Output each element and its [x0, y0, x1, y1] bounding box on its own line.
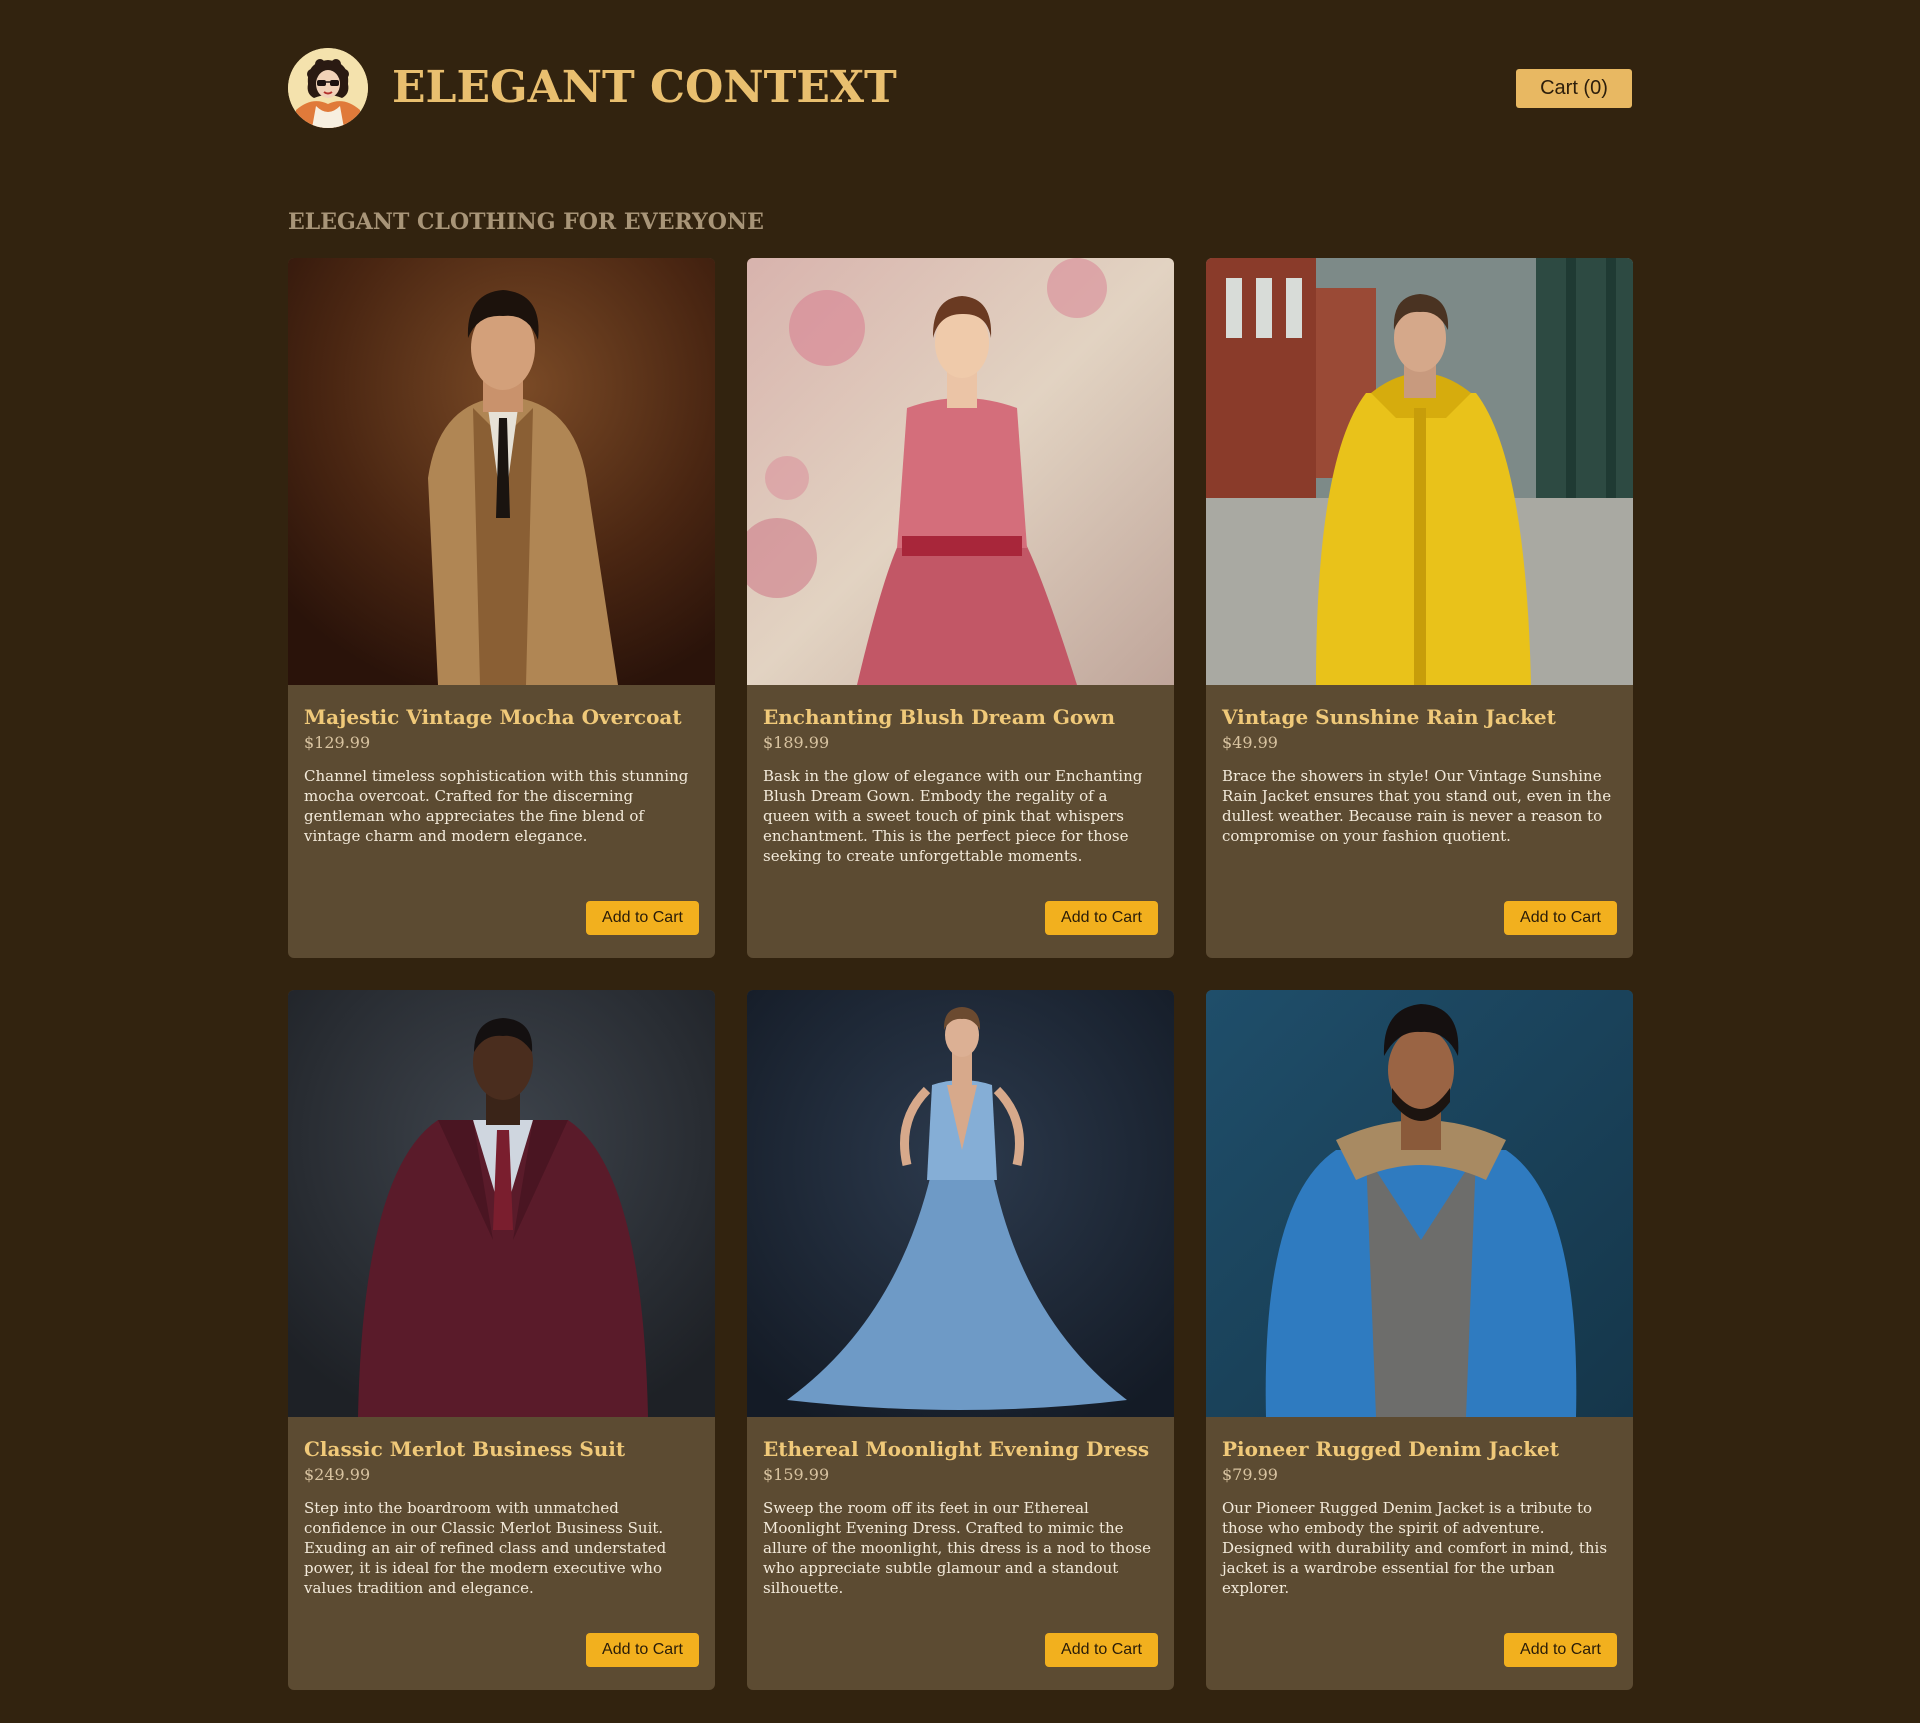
product-title[interactable]: Majestic Vintage Mocha Overcoat	[304, 703, 699, 731]
cart-button[interactable]: Cart (0)	[1516, 69, 1632, 108]
product-title[interactable]: Vintage Sunshine Rain Jacket	[1222, 703, 1617, 731]
product-price: $159.99	[763, 1465, 830, 1484]
man-in-mocha-overcoat-image[interactable]	[288, 258, 715, 685]
man-in-yellow-rain-jacket-image[interactable]	[1206, 258, 1633, 685]
product-price: $49.99	[1222, 733, 1278, 752]
product-price: $79.99	[1222, 1465, 1278, 1484]
product-price: $129.99	[304, 733, 371, 752]
man-in-denim-jacket-image[interactable]	[1206, 990, 1633, 1417]
man-in-merlot-suit-image[interactable]	[288, 990, 715, 1417]
product-price: $189.99	[763, 733, 830, 752]
add-to-cart-button[interactable]: Add to Cart	[1045, 901, 1158, 935]
product-price: $249.99	[304, 1465, 371, 1484]
product-description: Brace the showers in style! Our Vintage …	[1222, 767, 1612, 845]
add-to-cart-button[interactable]: Add to Cart	[586, 1633, 699, 1667]
product-title[interactable]: Pioneer Rugged Denim Jacket	[1222, 1435, 1617, 1463]
site-header: ELEGANT CONTEXT Cart (0)	[288, 0, 1632, 176]
add-to-cart-button[interactable]: Add to Cart	[1045, 1633, 1158, 1667]
product-title[interactable]: Enchanting Blush Dream Gown	[763, 703, 1158, 731]
page-container: ELEGANT CONTEXT Cart (0) ELEGANT CLOTHIN…	[288, 0, 1633, 1690]
add-to-cart-button[interactable]: Add to Cart	[1504, 1633, 1617, 1667]
product-card: Enchanting Blush Dream Gown $189.99 Bask…	[747, 258, 1174, 958]
product-card: Classic Merlot Business Suit $249.99 Ste…	[288, 990, 715, 1690]
product-description: Step into the boardroom with unmatched c…	[304, 1499, 667, 1597]
vintage-woman-portrait-logo[interactable]	[288, 48, 368, 128]
woman-in-pink-gown-image[interactable]	[747, 258, 1174, 685]
product-title[interactable]: Ethereal Moonlight Evening Dress	[763, 1435, 1158, 1463]
product-title[interactable]: Classic Merlot Business Suit	[304, 1435, 699, 1463]
brand-title: ELEGANT CONTEXT	[392, 62, 897, 113]
product-card: Vintage Sunshine Rain Jacket $49.99 Brac…	[1206, 258, 1633, 958]
product-description: Bask in the glow of elegance with our En…	[763, 767, 1143, 865]
product-card: Ethereal Moonlight Evening Dress $159.99…	[747, 990, 1174, 1690]
product-card: Majestic Vintage Mocha Overcoat $129.99 …	[288, 258, 715, 958]
section-tagline: ELEGANT CLOTHING FOR EVERYONE	[288, 209, 764, 235]
add-to-cart-button[interactable]: Add to Cart	[1504, 901, 1617, 935]
product-description: Channel timeless sophistication with thi…	[304, 767, 689, 845]
add-to-cart-button[interactable]: Add to Cart	[586, 901, 699, 935]
product-description: Sweep the room off its feet in our Ether…	[763, 1499, 1151, 1597]
product-description: Our Pioneer Rugged Denim Jacket is a tri…	[1222, 1499, 1608, 1597]
woman-in-blue-evening-dress-image[interactable]	[747, 990, 1174, 1417]
product-card: Pioneer Rugged Denim Jacket $79.99 Our P…	[1206, 990, 1633, 1690]
product-grid: Majestic Vintage Mocha Overcoat $129.99 …	[288, 258, 1633, 1690]
